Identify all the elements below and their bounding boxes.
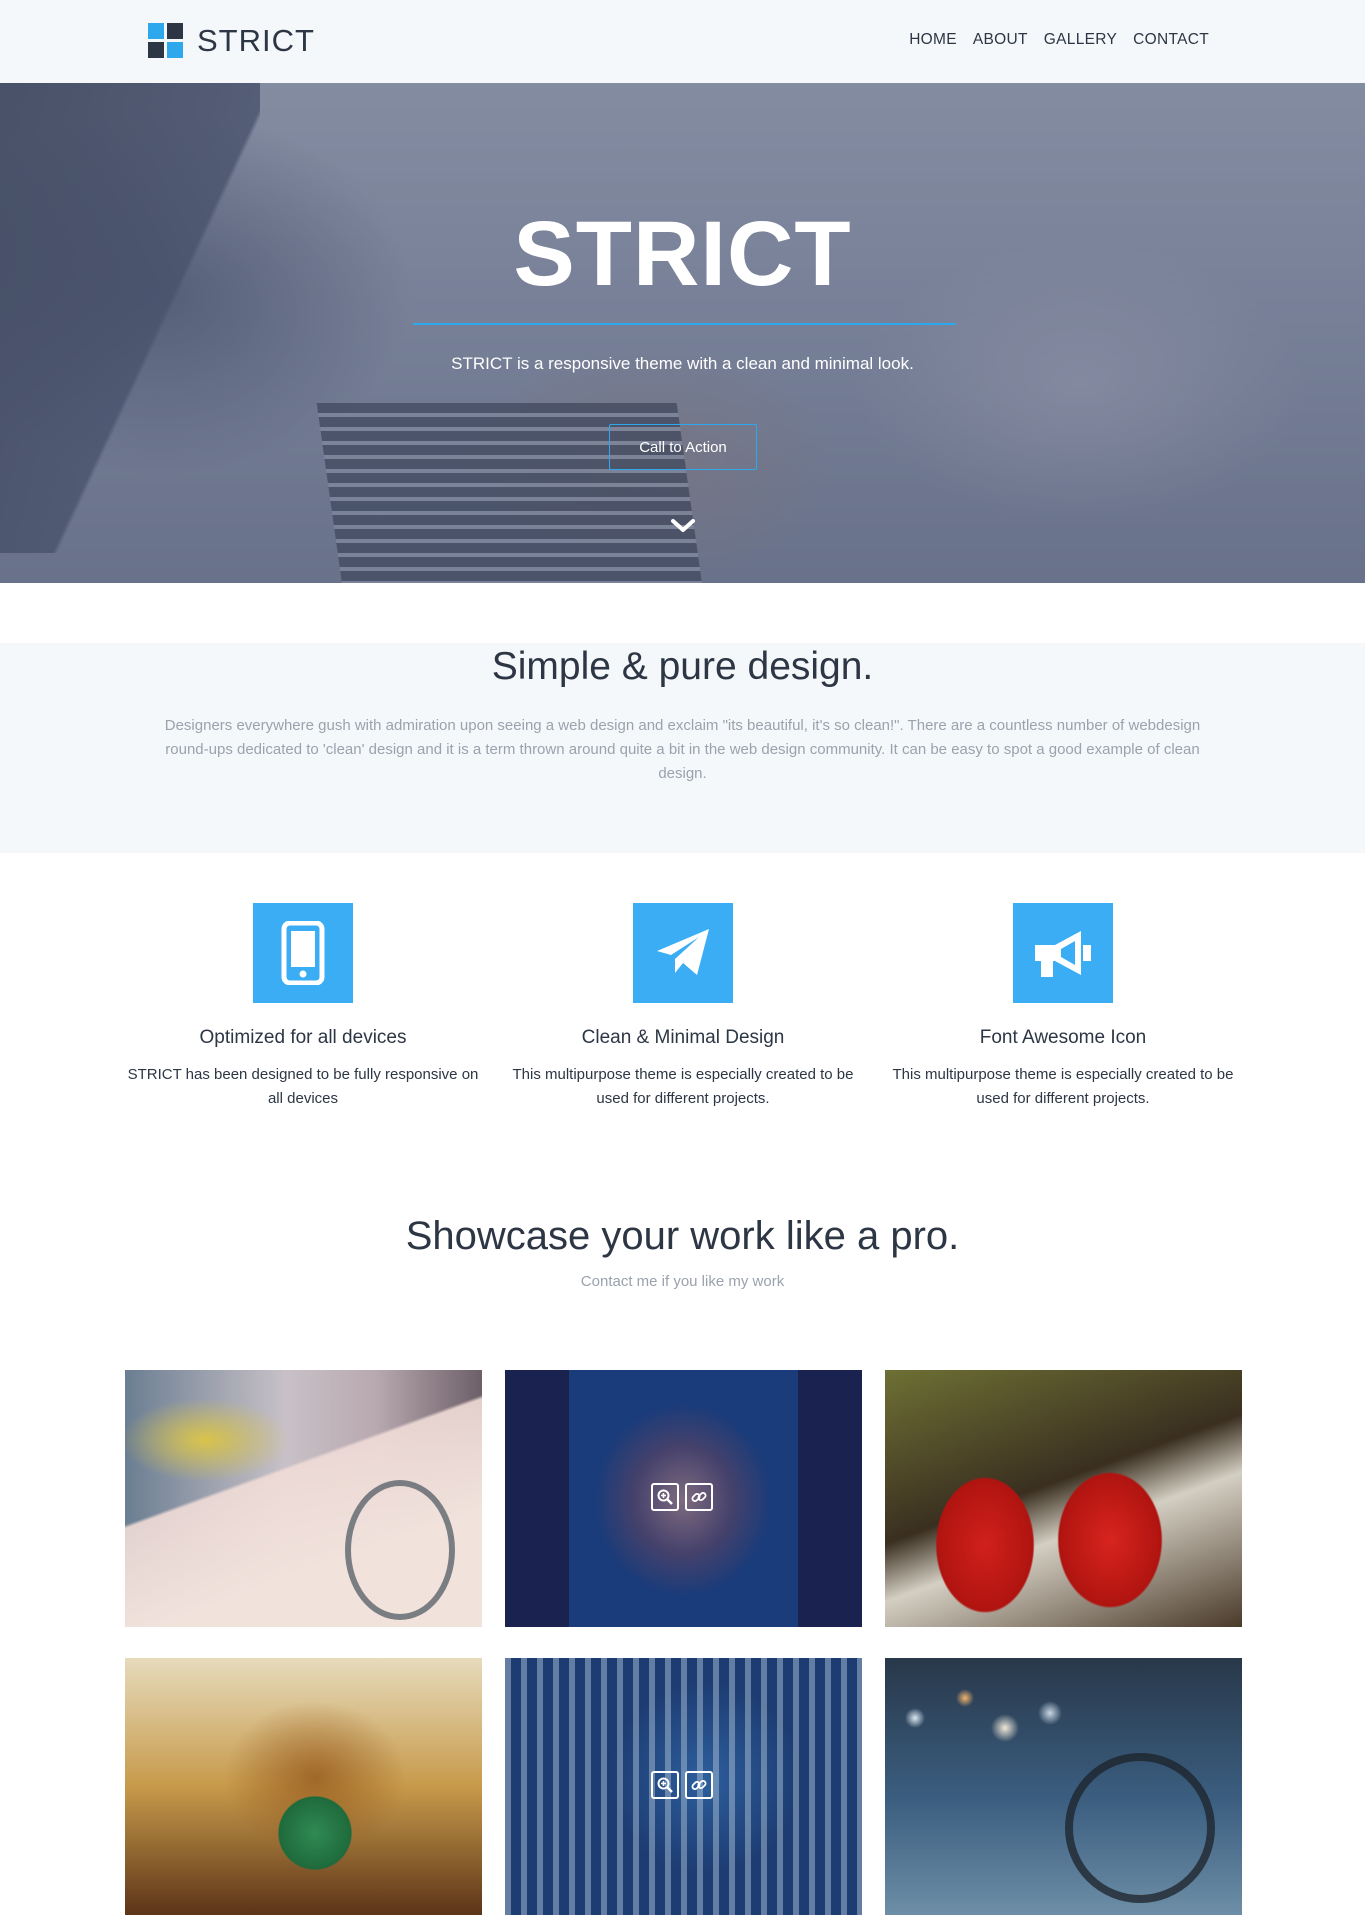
feature-title: Font Awesome Icon	[979, 1027, 1147, 1048]
feature-text: This multipurpose theme is especially cr…	[892, 1066, 1234, 1107]
gallery-item-bicycle-street[interactable]	[125, 1370, 482, 1627]
logo[interactable]: STRICT	[148, 22, 315, 60]
intro-section: Simple & pure design. Designers everywhe…	[0, 643, 1365, 853]
gallery-item-bicycle-night[interactable]	[885, 1658, 1242, 1915]
nav-home[interactable]: HOME	[909, 31, 957, 49]
gallery-item-red-bike-wall[interactable]	[505, 1658, 862, 1915]
call-to-action-button[interactable]: Call to Action	[609, 424, 757, 470]
showcase-subheading: Contact me if you like my work	[580, 1273, 785, 1290]
hero-overlay	[0, 83, 1365, 583]
nav-contact[interactable]: CONTACT	[1133, 31, 1209, 49]
link-icon[interactable]	[685, 1771, 713, 1799]
hero-title: STRICT	[513, 203, 852, 305]
gallery-item-red-mugs[interactable]	[885, 1370, 1242, 1627]
gallery-item-green-cup-splash[interactable]	[125, 1658, 482, 1915]
feature-devices: Optimized for all devices STRICT has bee…	[123, 903, 483, 1111]
showcase-heading: Showcase your work like a pro.	[405, 1214, 960, 1258]
intro-body: Designers everywhere gush with admiratio…	[164, 717, 1201, 782]
nav-gallery[interactable]: GALLERY	[1044, 31, 1117, 49]
feature-clean-design: Clean & Minimal Design This multipurpose…	[503, 903, 863, 1111]
feature-text: STRICT has been designed to be fully res…	[127, 1066, 479, 1107]
gallery-item-woman-glasses[interactable]	[505, 1370, 862, 1627]
feature-font-awesome: Font Awesome Icon This multipurpose them…	[883, 903, 1243, 1111]
mobile-phone-icon	[253, 903, 353, 1003]
feature-title: Optimized for all devices	[199, 1027, 407, 1048]
feature-title: Clean & Minimal Design	[581, 1027, 785, 1048]
intro-heading: Simple & pure design.	[491, 645, 874, 688]
zoom-icon[interactable]	[651, 1483, 679, 1511]
logo-squares-icon	[148, 23, 184, 59]
main-nav: HOME ABOUT GALLERY CONTACT	[909, 31, 1209, 49]
zoom-icon[interactable]	[651, 1771, 679, 1799]
navbar: STRICT HOME ABOUT GALLERY CONTACT	[0, 0, 1365, 83]
hero-subtitle: STRICT is a responsive theme with a clea…	[451, 354, 914, 373]
nav-about[interactable]: ABOUT	[973, 31, 1028, 49]
hero-section: STRICT STRICT is a responsive theme with…	[0, 83, 1365, 583]
bullhorn-icon	[1013, 903, 1113, 1003]
link-icon[interactable]	[685, 1483, 713, 1511]
chevron-down-icon[interactable]	[668, 516, 698, 536]
logo-text: STRICT	[197, 23, 315, 58]
paper-plane-icon	[633, 903, 733, 1003]
feature-text: This multipurpose theme is especially cr…	[512, 1066, 854, 1107]
hero-divider	[413, 323, 956, 325]
